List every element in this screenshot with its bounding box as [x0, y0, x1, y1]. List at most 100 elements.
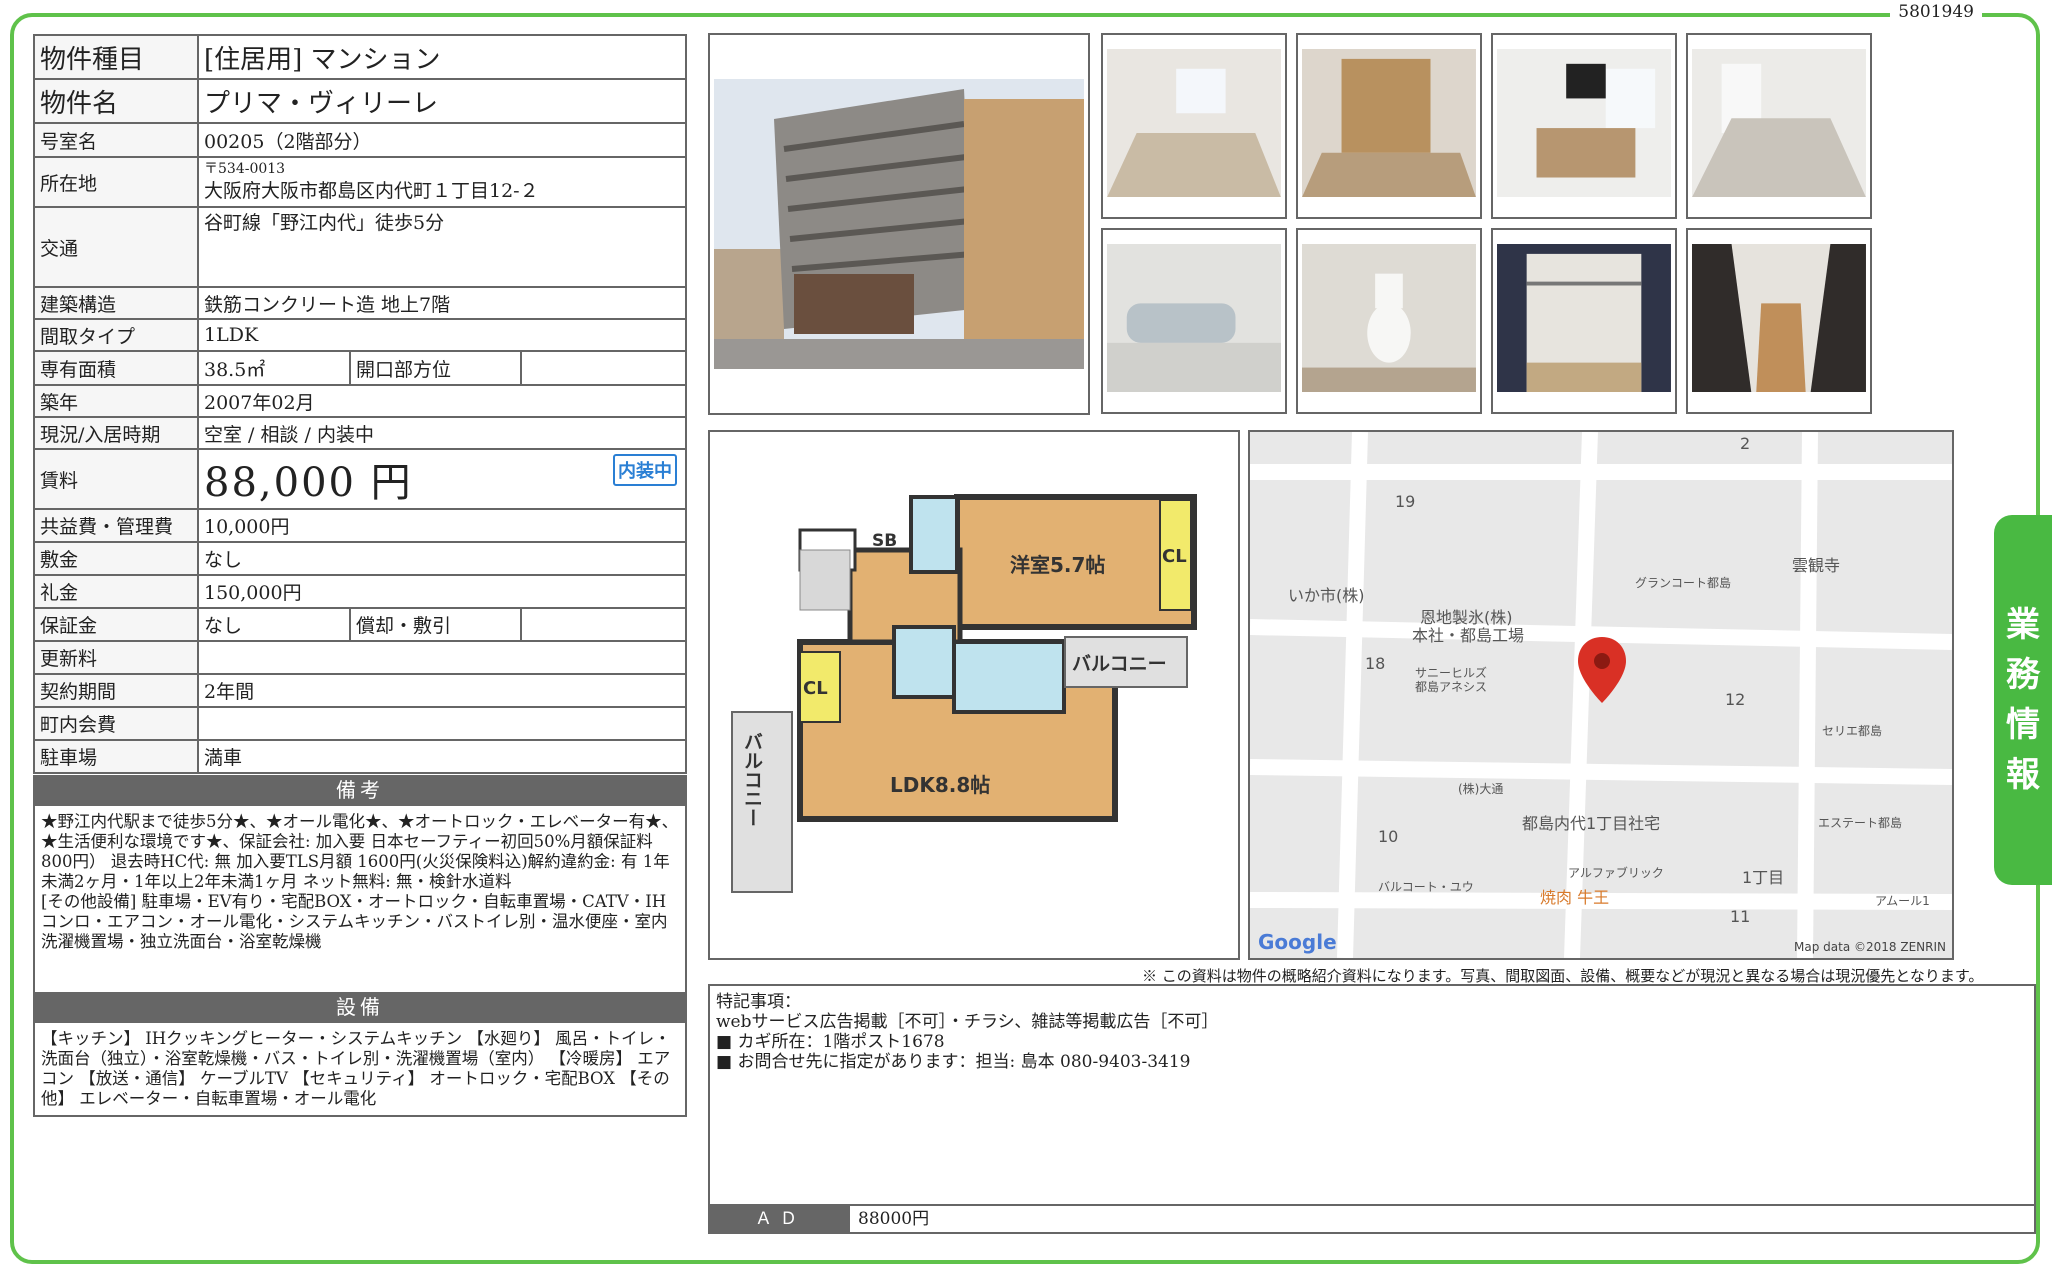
label-structure: 建築構造: [33, 286, 199, 320]
label-type: 物件種目: [33, 34, 199, 80]
label-amortization: 償却・敷引: [349, 607, 522, 642]
label-room: 号室名: [33, 122, 199, 158]
postal-code: 〒534-0013: [204, 160, 286, 177]
plan-label-balcony-1: バルコニー: [1072, 653, 1167, 675]
map-label: 本社・都島工場: [1412, 626, 1525, 645]
map-label: 11: [1730, 907, 1751, 926]
value-address: 〒534-0013 大阪府大阪市都島区内代町１丁目12-２: [197, 156, 687, 208]
value-term: 2年間: [197, 673, 687, 708]
remarks-text: ★野江内代駅まで徒歩5分★、★オール電化★、★オートロック・エレベーター有★、★…: [41, 812, 679, 951]
value-type: [住居用] マンション: [197, 34, 687, 80]
value-room: 00205（2階部分）: [197, 122, 687, 158]
label-guarantee: 保証金: [33, 607, 199, 642]
value-parking: 満車: [197, 739, 687, 774]
property-info-table: 物件種目 [住居用] マンション 物件名 プリマ・ヴィリーレ 号室名 00205（2階…: [33, 34, 687, 774]
notes-line: ■ カギ所在：1階ポスト1678: [716, 1032, 945, 1052]
building-exterior-photo[interactable]: [708, 33, 1090, 415]
document-id: 5801949: [1890, 2, 1982, 22]
address-text: 大阪府大阪市都島区内代町１丁目12-２: [204, 179, 539, 202]
rent-amount: 88,000 円: [204, 460, 413, 506]
floor-plan[interactable]: 洋室5.7帖 LDK8.8帖 SB CL CL バルコニー バルコニー: [708, 430, 1240, 960]
google-logo: Google: [1258, 930, 1337, 954]
map-label: アムール1: [1875, 894, 1930, 908]
interior-photo-2[interactable]: [1296, 33, 1482, 219]
label-parking: 駐車場: [33, 739, 199, 774]
tab-char: 報: [2006, 755, 2040, 795]
map-copyright: Map data ©2018 ZENRIN: [1794, 940, 1946, 954]
value-structure: 鉄筋コンクリート造 地上7階: [197, 286, 687, 320]
map-label: 都島内代1丁目社宅: [1522, 814, 1661, 833]
map-label: 10: [1378, 827, 1399, 846]
map-label: 焼肉 牛王: [1540, 888, 1610, 907]
map-label: バルコート・ユウ: [1378, 880, 1474, 894]
value-status: 空室 / 相談 / 内装中: [197, 416, 687, 450]
label-layout: 間取タイプ: [33, 318, 199, 352]
value-layout: 1LDK: [197, 318, 687, 352]
map-label: セリエ都島: [1822, 724, 1883, 738]
plan-label-closet-2: CL: [803, 678, 828, 699]
remarks-section: 備考 ★野江内代駅まで徒歩5分★、★オール電化★、★オートロック・エレベーター有…: [33, 775, 687, 1117]
map-label: 1丁目: [1742, 868, 1785, 887]
map-label: 18: [1365, 654, 1386, 673]
interior-photo-1[interactable]: [1101, 33, 1287, 219]
ad-row: ＡＤ 88000円: [710, 1204, 2034, 1232]
interior-photo-7[interactable]: [1491, 228, 1677, 414]
notes-header: 特記事項：: [716, 992, 801, 1012]
label-built: 築年: [33, 384, 199, 418]
value-community-fee: [197, 706, 687, 741]
value-amortization: [520, 607, 687, 642]
map-label: エステート都島: [1818, 816, 1903, 830]
label-address: 所在地: [33, 156, 199, 208]
label-direction: 開口部方位: [349, 350, 522, 386]
interior-photo-3[interactable]: [1491, 33, 1677, 219]
interior-photo-5[interactable]: [1101, 228, 1287, 414]
plan-label-western-room: 洋室5.7帖: [1010, 553, 1105, 577]
tab-char: 務: [2006, 655, 2040, 695]
label-key-money: 礼金: [33, 574, 199, 609]
label-transport: 交通: [33, 206, 199, 288]
map-label: アルファブリック: [1568, 866, 1664, 880]
notes-line: ■ お問合せ先に指定があります：担当: 島本 080-9403-3419: [716, 1052, 1191, 1072]
equipment-text: 【キッチン】 IHクッキングヒーター・システムキッチン 【水廻り】 風呂・トイレ…: [41, 1029, 671, 1108]
map-label: 12: [1725, 690, 1746, 709]
ad-value: 88000円: [858, 1209, 930, 1229]
label-status: 現況/入居時期: [33, 416, 199, 450]
label-name: 物件名: [33, 78, 199, 124]
value-key-money: 150,000円: [197, 574, 687, 609]
value-guarantee: なし: [197, 607, 351, 642]
label-term: 契約期間: [33, 673, 199, 708]
value-transport: 谷町線「野江内代」徒歩5分: [197, 206, 687, 288]
value-area: 38.5㎡: [197, 350, 351, 386]
plan-label-balcony-2: バルコニー: [741, 732, 763, 827]
remarks-heading: 備考: [35, 775, 685, 806]
interior-photo-8[interactable]: [1686, 228, 1872, 414]
floor-plan-drawing: 洋室5.7帖 LDK8.8帖 SB CL CL バルコニー バルコニー: [731, 494, 1197, 893]
interior-photo-4[interactable]: [1686, 33, 1872, 219]
ad-label: ＡＤ: [710, 1206, 850, 1232]
label-fee: 共益費・管理費: [33, 508, 199, 543]
label-renewal: 更新料: [33, 640, 199, 675]
map-label: 雲観寺: [1792, 556, 1841, 575]
value-renewal: [197, 640, 687, 675]
plan-label-ldk: LDK8.8帖: [890, 773, 990, 797]
map-label: グランコート都島: [1635, 576, 1732, 590]
renovation-badge: 内装中: [613, 454, 677, 486]
value-deposit: なし: [197, 541, 687, 576]
label-community-fee: 町内会費: [33, 706, 199, 741]
disclaimer-text: ※ この資料は物件の概略紹介資料になります。写真、間取図面、設備、概要などが現況…: [1142, 967, 1984, 985]
equipment-heading: 設備: [35, 992, 685, 1023]
business-info-tab[interactable]: 業 務 情 報: [1994, 515, 2052, 885]
value-rent-cell: 88,000 円 内装中: [197, 448, 687, 510]
tab-char: 情: [2006, 705, 2040, 745]
interior-photo-6[interactable]: [1296, 228, 1482, 414]
location-map[interactable]: 19 2 18 12 10 11 1丁目 いか市(株) 恩地製氷(株) 本社・都…: [1248, 430, 1954, 960]
plan-label-sb: SB: [872, 531, 897, 551]
value-name: プリマ・ヴィリーレ: [197, 78, 687, 124]
value-direction: [520, 350, 687, 386]
tab-char: 業: [2006, 605, 2040, 645]
special-notes-box: 特記事項： webサービス広告掲載［不可］・チラシ、雑誌等掲載広告［不可］ ■ …: [708, 984, 2036, 1234]
label-deposit: 敷金: [33, 541, 199, 576]
map-label: 2: [1740, 434, 1751, 453]
label-rent: 賃料: [33, 448, 199, 510]
map-label: (株)大通: [1458, 782, 1504, 796]
